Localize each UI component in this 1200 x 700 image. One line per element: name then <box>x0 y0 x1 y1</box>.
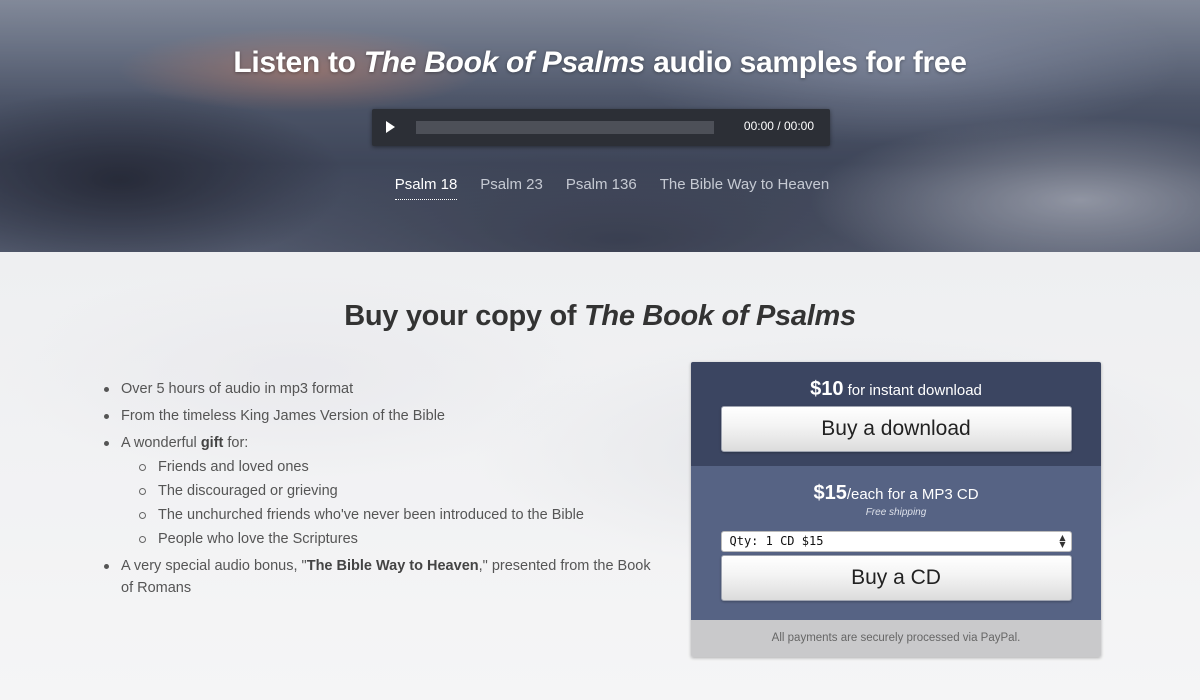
hero-banner: Listen to The Book of Psalms audio sampl… <box>0 0 1200 252</box>
track-list: Psalm 18 Psalm 23 Psalm 136 The Bible Wa… <box>0 176 1200 200</box>
hero-title-strong: free <box>912 46 967 79</box>
section-title: Buy your copy of The Book of Psalms <box>0 300 1200 333</box>
time-separator: / <box>773 119 784 133</box>
feature-item: Over 5 hours of audio in mp3 format <box>104 378 664 400</box>
section-title-strong: Buy <box>344 300 399 332</box>
payment-note: All payments are securely processed via … <box>691 620 1101 657</box>
quantity-select-value: Qty: 1 CD $15 <box>729 534 824 548</box>
feature-item-bonus: A very special audio bonus, "The Bible W… <box>104 555 664 599</box>
purchase-panel: $10 for instant download Buy a download … <box>691 362 1101 657</box>
buy-download-button[interactable]: Buy a download <box>720 406 1072 452</box>
feature-gift-suffix: for: <box>223 435 249 451</box>
feature-gift-strong: gift <box>200 435 224 451</box>
track-psalm-23[interactable]: Psalm 23 <box>480 176 543 200</box>
time-current: 00:00 <box>743 119 774 133</box>
feature-item: From the timeless King James Version of … <box>104 405 664 427</box>
progress-bar[interactable] <box>416 121 714 134</box>
section-title-middle: your copy of <box>398 300 585 332</box>
time-total: 00:00 <box>783 119 814 133</box>
cd-price: $15 <box>813 482 847 504</box>
feature-item-gift: A wonderful gift for: Friends and loved … <box>104 432 664 550</box>
hero-title-middle: audio samples for <box>645 46 913 79</box>
time-display: 00:00 / 00:00 <box>744 119 814 133</box>
hero-title: Listen to The Book of Psalms audio sampl… <box>0 46 1200 80</box>
download-price-text: for instant download <box>843 382 982 399</box>
buy-section: Buy your copy of The Book of Psalms Over… <box>0 252 1200 700</box>
download-price-line: $10 for instant download <box>691 378 1101 401</box>
hero-title-book: The Book of Psalms <box>363 46 646 79</box>
gift-sub-item: People who love the Scriptures <box>121 528 664 550</box>
shipping-note: Free shipping <box>865 507 927 518</box>
gift-sub-item: The unchurched friends who've never been… <box>121 504 664 526</box>
select-arrows-icon: ▲ ▼ <box>1059 533 1066 549</box>
quantity-select[interactable]: Qty: 1 CD $15 ▲ ▼ <box>720 531 1072 552</box>
cd-price-line: $15/each for a MP3 CD <box>691 482 1101 505</box>
track-psalm-18[interactable]: Psalm 18 <box>394 176 458 200</box>
buy-cd-button[interactable]: Buy a CD <box>720 555 1072 601</box>
download-option: $10 for instant download Buy a download <box>691 362 1101 466</box>
track-bible-way-to-heaven[interactable]: The Bible Way to Heaven <box>660 176 830 200</box>
play-icon[interactable] <box>386 121 395 133</box>
feature-bonus-strong: The Bible Way to Heaven <box>306 558 479 574</box>
cd-price-text: /each for a MP3 CD <box>846 486 979 503</box>
download-price: $10 <box>810 378 844 400</box>
audio-player: 00:00 / 00:00 <box>372 109 830 146</box>
feature-gift-prefix: A wonderful <box>121 435 201 451</box>
section-title-book: The Book of Psalms <box>584 300 856 332</box>
cd-option: $15/each for a MP3 CD Free shipping Qty:… <box>691 466 1101 620</box>
gift-sub-item: Friends and loved ones <box>121 456 664 478</box>
track-psalm-136[interactable]: Psalm 136 <box>566 176 637 200</box>
feature-list: Over 5 hours of audio in mp3 format From… <box>104 378 664 604</box>
hero-title-prefix: Listen to <box>233 46 364 79</box>
gift-sub-item: The discouraged or grieving <box>121 480 664 502</box>
feature-bonus-prefix: A very special audio bonus, " <box>121 558 307 574</box>
